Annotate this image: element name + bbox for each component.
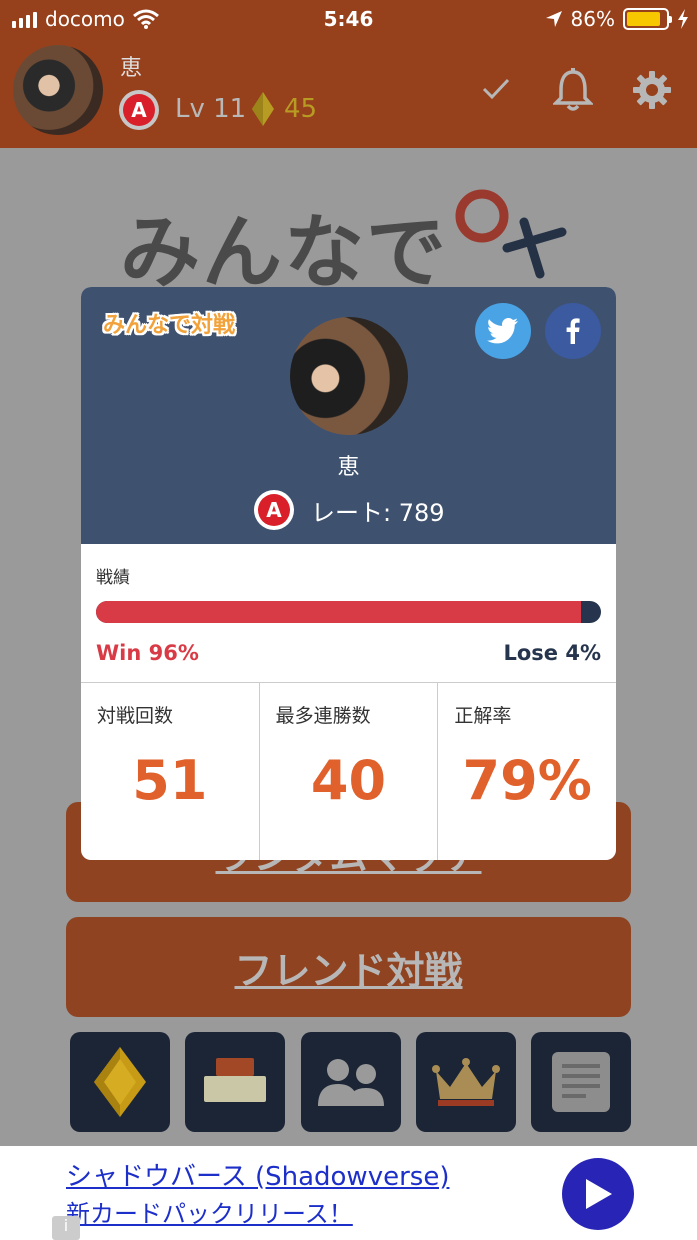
play-icon [586,1179,612,1209]
ad-info-icon[interactable]: i [52,1216,80,1240]
ad-subline[interactable]: 新カードパックリリース！ [66,1194,353,1229]
battle-stats-card: みんなで対戦 恵 A レート: 789 戦績 Win 96% Lose 4% 対… [81,287,616,860]
gem-icon [252,92,274,126]
level-label: Lv 11 [175,94,247,124]
card-avatar [290,317,408,435]
status-right: 86% [545,7,689,31]
ad-banner[interactable]: シャドウバース (Shadowverse) 新カードパックリリース！ i [0,1146,697,1240]
stat-value: 79% [462,749,592,812]
ad-headline[interactable]: シャドウバース (Shadowverse) [66,1156,449,1193]
friends-icon [317,1059,384,1106]
bell-icon[interactable] [553,68,593,112]
facebook-icon [566,318,580,344]
stat-value: 40 [310,749,387,812]
card-username: 恵 [337,455,360,480]
facebook-share-button[interactable] [545,303,601,359]
twitter-share-button[interactable] [475,303,531,359]
win-bar-fill [96,601,581,623]
tile-friends[interactable] [300,1032,401,1132]
win-percent: Win 96% [96,641,199,665]
card-rank-badge: A [254,490,294,530]
stat-value: 51 [132,749,208,812]
status-bar: docomo 5:46 86% [0,0,697,38]
stat-label: 正解率 [454,705,512,727]
win-lose-bar [96,601,601,623]
tile-gems[interactable] [70,1032,170,1132]
friend-battle-button[interactable]: フレンド対戦 [66,917,631,1017]
rank-badge: A [119,90,159,130]
app-header: 恵 A Lv 11 45 [0,38,697,148]
location-arrow-icon [545,11,562,27]
battery-percent: 86% [570,7,615,31]
stat-accuracy: 正解率 79% [438,683,616,860]
record-label: 戦績 [96,568,130,588]
tile-buzzer[interactable] [185,1032,286,1132]
document-icon [552,1052,610,1112]
battery-icon [623,8,672,30]
mode-tag: みんなで対戦 [103,313,236,338]
coin-count: 45 [284,94,318,124]
menu-tiles [70,1032,631,1132]
lose-percent: Lose 4% [503,641,601,665]
stat-total-battles: 対戦回数 51 [81,683,260,860]
check-icon[interactable] [482,78,510,100]
card-header: みんなで対戦 恵 A レート: 789 [81,287,616,544]
crown-icon [431,1058,500,1106]
tile-records[interactable] [531,1032,631,1132]
twitter-icon [487,318,518,344]
top-bar: docomo 5:46 86% 恵 A Lv 11 45 [0,0,697,148]
gear-icon[interactable] [632,70,672,110]
ad-play-button[interactable] [562,1158,634,1230]
gem-icon [94,1047,146,1117]
stats-grid: 対戦回数 51 最多連勝数 40 正解率 79% [81,682,616,860]
stat-max-win-streak: 最多連勝数 40 [260,683,439,860]
rate-value: レート: 789 [311,499,445,527]
buzzer-button-icon [204,1058,267,1102]
stat-label: 対戦回数 [97,705,174,727]
avatar[interactable] [13,45,103,135]
maru-batsu-logo-icon [455,189,567,279]
tile-ranking[interactable] [415,1032,516,1132]
charging-icon [678,9,688,29]
username: 恵 [120,56,143,81]
stat-label: 最多連勝数 [275,705,371,727]
